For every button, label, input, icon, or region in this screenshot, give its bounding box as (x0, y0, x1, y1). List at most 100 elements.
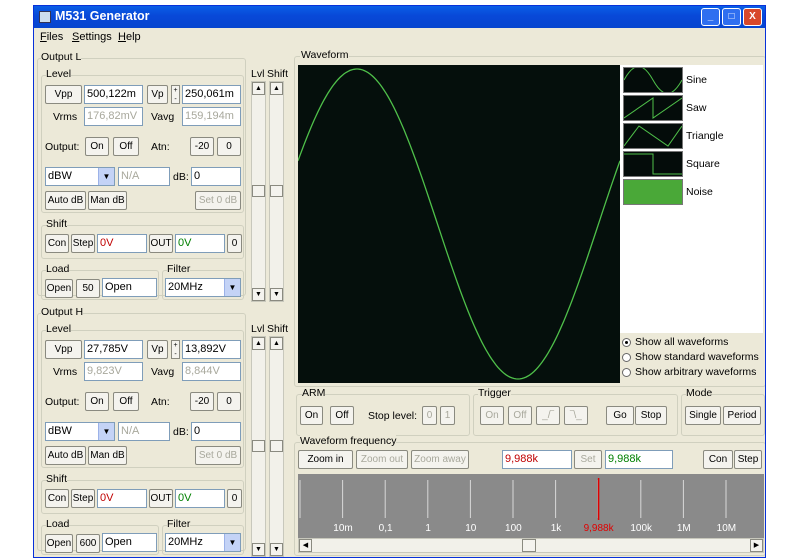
stop-level-0-button[interactable]: 0 (422, 406, 437, 425)
filter-dropdown[interactable]: 20MHz ▼ (165, 278, 241, 297)
auto-db-button[interactable]: Auto dB (45, 191, 86, 210)
noise-label[interactable]: Noise (686, 186, 713, 198)
shift-input[interactable]: 0V (97, 489, 147, 508)
frequency-set-button[interactable]: Set (574, 450, 602, 469)
frequency-step-button[interactable]: Step (734, 450, 762, 469)
shift-input[interactable]: 0V (97, 234, 147, 253)
level-slider[interactable]: ▲ ▼ (251, 81, 266, 302)
noise-thumbnail[interactable] (623, 179, 683, 205)
slider-up-arrow[interactable]: ▲ (252, 82, 265, 95)
close-button[interactable]: X (743, 8, 762, 26)
out-input[interactable]: 0V (175, 489, 225, 508)
title-bar[interactable]: M531 Generator _ □ X (34, 6, 765, 28)
trigger-off-button[interactable]: Off (508, 406, 532, 425)
zoom-out-button[interactable]: Zoom out (356, 450, 408, 469)
mode-single-button[interactable]: Single (685, 406, 721, 425)
triangle-thumbnail[interactable] (623, 123, 683, 149)
scroll-left-arrow[interactable]: ◀ (299, 539, 312, 552)
zoom-away-button[interactable]: Zoom away (411, 450, 469, 469)
vavg-input[interactable]: 159,194m (182, 107, 241, 126)
vp-input[interactable]: 13,892V (182, 340, 241, 359)
vp-input[interactable]: 250,061m (182, 85, 241, 104)
output-off-button[interactable]: Off (113, 392, 139, 411)
trigger-on-button[interactable]: On (480, 406, 504, 425)
scroll-right-arrow[interactable]: ▶ (750, 539, 763, 552)
slider-down-arrow[interactable]: ▼ (270, 288, 283, 301)
auto-db-button[interactable]: Auto dB (45, 446, 86, 465)
vpp-input[interactable]: 500,122m (84, 85, 143, 104)
arm-on-button[interactable]: On (300, 406, 323, 425)
vpp-input[interactable]: 27,785V (84, 340, 143, 359)
shift-zero-button[interactable]: 0 (227, 489, 242, 508)
frequency-scrollbar[interactable]: ◀ ▶ (298, 538, 764, 553)
shift-slider[interactable]: ▲ ▼ (269, 81, 284, 302)
vrms-input[interactable]: 176,82mV (84, 107, 143, 126)
scroll-thumb[interactable] (522, 539, 536, 552)
atn-minus20-button[interactable]: -20 (190, 392, 214, 411)
load-value-button[interactable]: 600 (76, 534, 100, 553)
vp-button[interactable]: Vp (147, 85, 168, 104)
slider-down-arrow[interactable]: ▼ (270, 543, 283, 556)
vp-spinner[interactable]: + - (171, 340, 180, 359)
set-0db-button[interactable]: Set 0 dB (195, 446, 241, 465)
output-off-button[interactable]: Off (113, 137, 139, 156)
trigger-rising-edge-button[interactable]: _/‾ (536, 406, 560, 425)
load-input[interactable]: Open (102, 533, 157, 552)
out-button[interactable]: OUT (149, 489, 173, 508)
trigger-falling-edge-button[interactable]: ‾\_ (564, 406, 588, 425)
shift-con-button[interactable]: Con (45, 234, 69, 253)
out-input[interactable]: 0V (175, 234, 225, 253)
load-open-button[interactable]: Open (45, 279, 73, 298)
shift-slider-thumb[interactable] (270, 185, 283, 197)
level-slider-thumb[interactable] (252, 440, 265, 452)
vrms-input[interactable]: 9,823V (84, 362, 143, 381)
sine-label[interactable]: Sine (686, 74, 707, 86)
maximize-button[interactable]: □ (722, 8, 741, 26)
saw-label[interactable]: Saw (686, 102, 706, 114)
slider-up-arrow[interactable]: ▲ (270, 337, 283, 350)
sine-thumbnail[interactable] (623, 66, 683, 94)
level-slider-thumb[interactable] (252, 185, 265, 197)
slider-down-arrow[interactable]: ▼ (252, 543, 265, 556)
menu-settings[interactable]: Settings (72, 31, 112, 43)
saw-thumbnail[interactable] (623, 95, 683, 121)
arm-off-button[interactable]: Off (330, 406, 354, 425)
trigger-stop-button[interactable]: Stop (635, 406, 667, 425)
load-value-button[interactable]: 50 (76, 279, 100, 298)
show-all-radio[interactable] (622, 338, 631, 347)
shift-step-button[interactable]: Step (71, 489, 95, 508)
frequency-scale[interactable]: 10m 0,1 1 10 100 1k 9,988k 100k 1M 10M (298, 474, 764, 538)
slider-up-arrow[interactable]: ▲ (270, 82, 283, 95)
load-open-button[interactable]: Open (45, 534, 73, 553)
zoom-in-button[interactable]: Zoom in (298, 450, 353, 469)
set-0db-button[interactable]: Set 0 dB (195, 191, 241, 210)
load-input[interactable]: Open (102, 278, 157, 297)
square-label[interactable]: Square (686, 158, 720, 170)
shift-step-button[interactable]: Step (71, 234, 95, 253)
man-db-button[interactable]: Man dB (88, 191, 127, 210)
trigger-go-button[interactable]: Go (606, 406, 634, 425)
atn-minus20-button[interactable]: -20 (190, 137, 214, 156)
shift-con-button[interactable]: Con (45, 489, 69, 508)
slider-up-arrow[interactable]: ▲ (252, 337, 265, 350)
shift-slider-thumb[interactable] (270, 440, 283, 452)
show-all-label[interactable]: Show all waveforms (635, 336, 728, 348)
frequency-con-button[interactable]: Con (703, 450, 733, 469)
shift-zero-button[interactable]: 0 (227, 234, 242, 253)
unit-dropdown[interactable]: dBW ▼ (45, 167, 115, 186)
db-input[interactable]: 0 (191, 422, 241, 441)
slider-down-arrow[interactable]: ▼ (252, 288, 265, 301)
show-arbitrary-label[interactable]: Show arbitrary waveforms (635, 366, 756, 378)
atn-0-button[interactable]: 0 (217, 392, 241, 411)
minimize-button[interactable]: _ (701, 8, 720, 26)
square-thumbnail[interactable] (623, 151, 683, 177)
out-button[interactable]: OUT (149, 234, 173, 253)
atn-0-button[interactable]: 0 (217, 137, 241, 156)
vavg-input[interactable]: 8,844V (182, 362, 241, 381)
menu-files[interactable]: Files (40, 31, 63, 43)
db-input[interactable]: 0 (191, 167, 241, 186)
output-on-button[interactable]: On (85, 392, 109, 411)
output-on-button[interactable]: On (85, 137, 109, 156)
man-db-button[interactable]: Man dB (88, 446, 127, 465)
stop-level-1-button[interactable]: 1 (440, 406, 455, 425)
